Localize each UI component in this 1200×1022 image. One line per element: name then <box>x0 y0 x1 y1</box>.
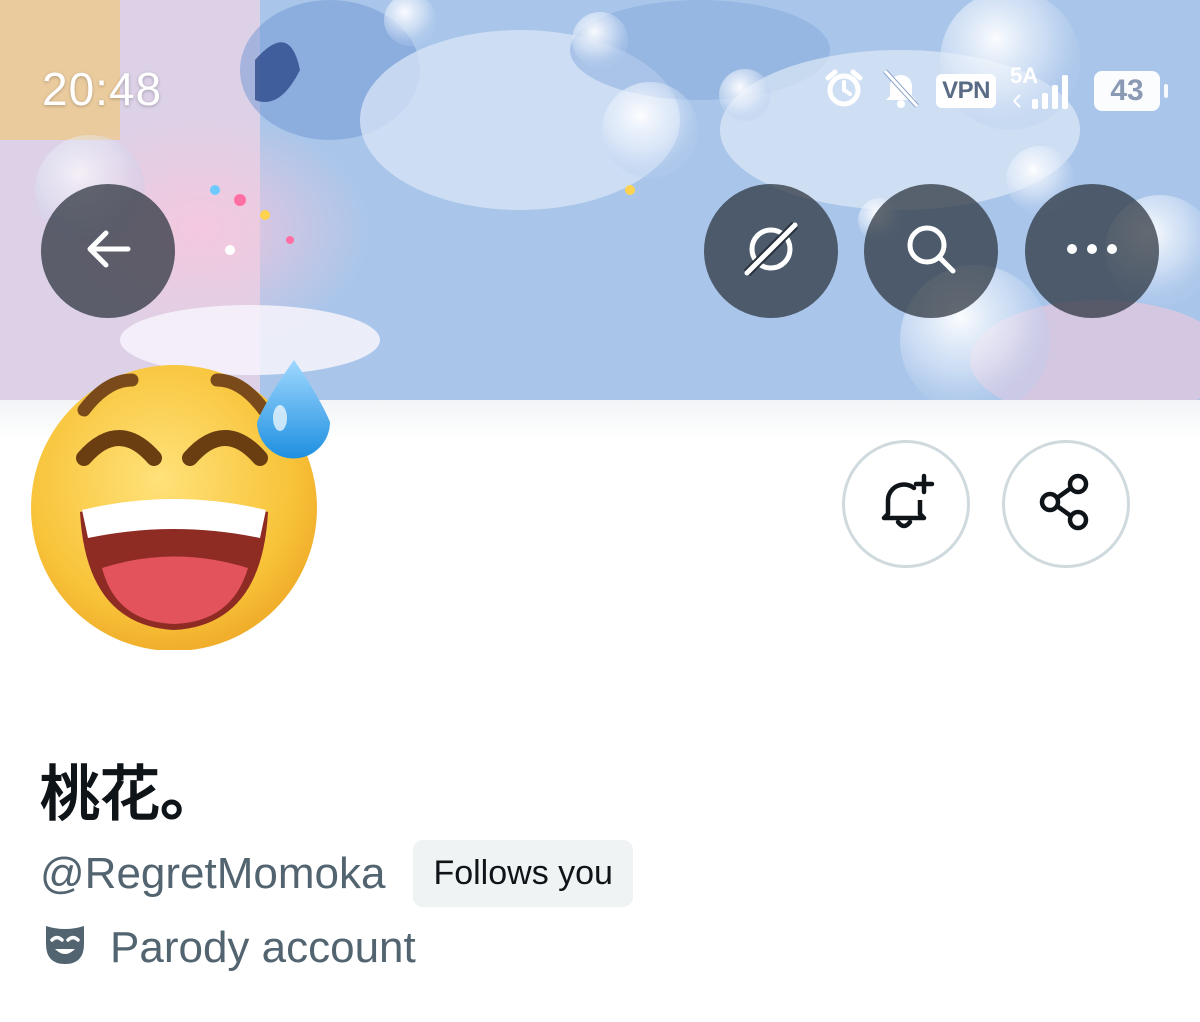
grinning-sweat-emoji <box>31 360 330 651</box>
signal-icon: 5A <box>1010 63 1080 113</box>
parody-account-label: Parody account <box>110 922 416 972</box>
share-icon <box>1034 470 1098 539</box>
bell-muted-icon <box>880 66 922 115</box>
grok-icon <box>739 217 803 286</box>
follows-you-badge: Follows you <box>413 840 633 907</box>
share-button[interactable] <box>1002 440 1130 568</box>
notify-button[interactable] <box>842 440 970 568</box>
profile-avatar[interactable] <box>22 340 342 651</box>
back-button[interactable] <box>41 184 175 318</box>
more-horizontal-icon <box>1064 241 1120 262</box>
status-icons: VPN 5A 43 <box>822 63 1168 115</box>
alarm-icon <box>822 66 866 115</box>
user-handle: @RegretMomoka <box>40 848 386 898</box>
vpn-icon: VPN <box>936 73 996 108</box>
display-name: 桃花。 <box>40 761 220 828</box>
parody-label-row[interactable]: Parody account <box>42 922 416 973</box>
mask-icon <box>42 922 88 973</box>
handle-row: @RegretMomoka Follows you <box>40 840 633 907</box>
search-icon <box>901 219 961 284</box>
profile-screen: 20:48 VPN 5A 43 桃花。 @RegretMomoka Follow… <box>0 0 1200 1022</box>
status-time: 20:48 <box>42 63 163 115</box>
search-button[interactable] <box>864 184 998 318</box>
grok-button[interactable] <box>704 184 838 318</box>
battery-icon: 43 <box>1094 70 1168 111</box>
bell-plus-icon <box>874 470 938 539</box>
more-button[interactable] <box>1025 184 1159 318</box>
arrow-left-icon <box>82 223 134 280</box>
